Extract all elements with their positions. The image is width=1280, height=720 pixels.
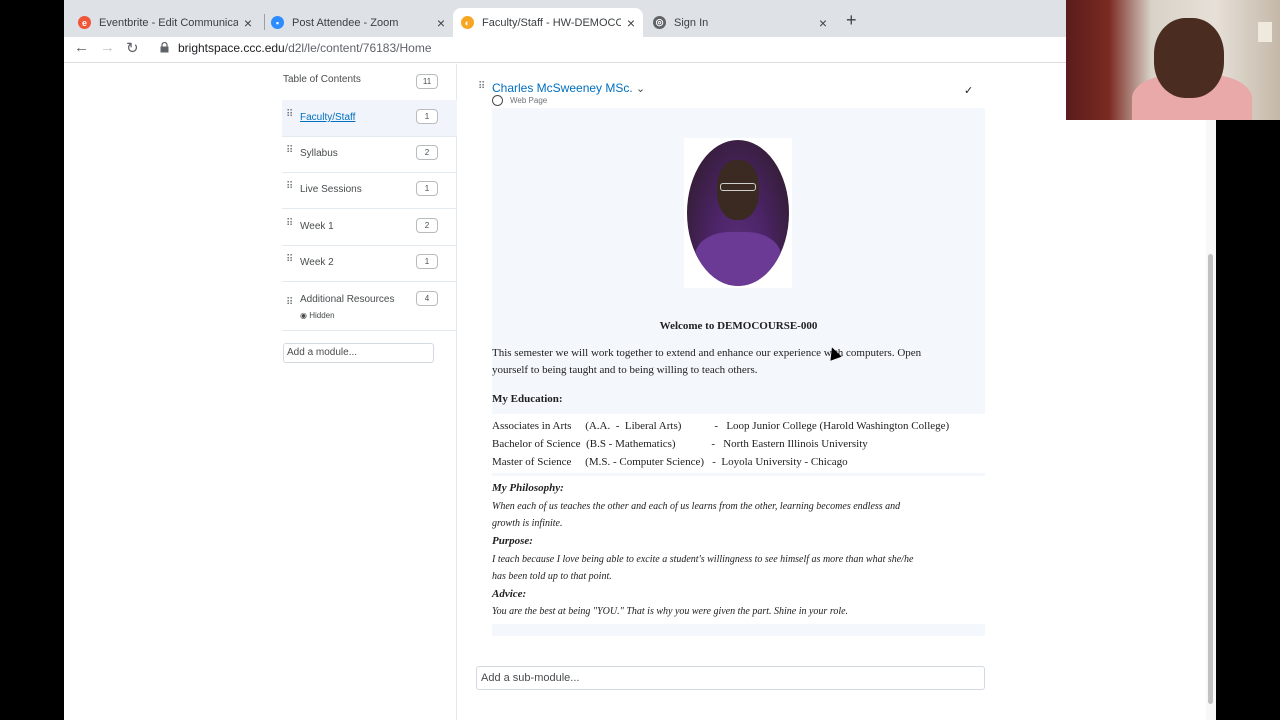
tab-faculty-staff[interactable]: ◐ Faculty/Staff - HW-DEMOCOU × <box>453 8 643 37</box>
welcome-heading: Welcome to DEMOCOURSE-000 <box>659 320 818 332</box>
tab-eventbrite[interactable]: e Eventbrite - Edit Communicatio × <box>70 8 260 37</box>
table-of-contents: Table of Contents 11 ⠿ Faculty/Staff 1 ⠿… <box>282 64 457 720</box>
hidden-eye-icon: ◉ <box>300 311 307 320</box>
toc-count-badge: 1 <box>416 181 438 196</box>
toc-count-badge: 1 <box>416 254 438 269</box>
close-icon[interactable]: × <box>437 15 445 31</box>
advice-heading: Advice: <box>492 588 527 600</box>
eventbrite-icon: e <box>78 16 91 29</box>
toc-item-label: Syllabus <box>300 148 338 159</box>
education-line: Bachelor of Science (B.S - Mathematics) … <box>492 438 868 450</box>
toc-item-live-sessions[interactable]: ⠿ Live Sessions 1 <box>282 173 457 208</box>
brightspace-icon: ◐ <box>461 16 474 29</box>
drag-handle-icon[interactable]: ⠿ <box>286 297 293 308</box>
toc-count-badge: 4 <box>416 291 438 306</box>
toc-item-label: Additional Resources <box>300 294 395 305</box>
drag-handle-icon[interactable]: ⠿ <box>286 181 293 192</box>
toc-item-faculty-staff[interactable]: ⠿ Faculty/Staff 1 <box>282 100 457 136</box>
browser-window: e Eventbrite - Edit Communicatio × ▪ Pos… <box>64 0 1066 720</box>
purpose-text: I teach because I love being able to exc… <box>492 554 914 565</box>
forward-icon[interactable]: → <box>100 39 115 56</box>
scrollbar[interactable] <box>1206 64 1216 720</box>
hidden-label: Hidden <box>309 311 335 320</box>
drag-handle-icon[interactable]: ⠿ <box>286 109 293 120</box>
toolbar: ← → ↻ brightspace.ccc.edu/d2l/le/content… <box>64 37 1066 63</box>
toc-item-label: Faculty/Staff <box>300 112 356 123</box>
globe-icon <box>492 95 503 106</box>
toc-item-additional-resources[interactable]: ⠿ Additional Resources ◉ Hidden 4 <box>282 282 457 330</box>
lock-icon <box>160 42 169 53</box>
url-path: /d2l/le/content/76183/Home <box>284 41 432 55</box>
education-block: Associates in Arts (A.A. - Liberal Arts)… <box>492 414 985 473</box>
toc-item-week-2[interactable]: ⠿ Week 2 1 <box>282 246 457 281</box>
intro-text: This semester we will work together to e… <box>492 347 922 359</box>
drag-handle-icon[interactable]: ⠿ <box>478 81 485 92</box>
toc-header-label: Table of Contents <box>283 74 361 85</box>
close-icon[interactable]: × <box>244 15 252 31</box>
new-tab-button[interactable]: + <box>846 10 857 31</box>
add-module-input[interactable]: Add a module... <box>283 343 434 363</box>
globe-icon: ◎ <box>653 16 666 29</box>
toc-item-syllabus[interactable]: ⠿ Syllabus 2 <box>282 137 457 172</box>
philosophy-text: When each of us teaches the other and ea… <box>492 501 901 512</box>
toc-count-badge: 11 <box>416 74 438 89</box>
url-host: brightspace.ccc.edu <box>178 41 285 55</box>
drag-handle-icon[interactable]: ⠿ <box>286 145 293 156</box>
hidden-status: ◉ Hidden <box>300 311 335 320</box>
checkmark-icon: ✓ <box>964 85 974 97</box>
toc-item-week-1[interactable]: ⠿ Week 1 2 <box>282 209 457 245</box>
topic-type: Web Page <box>510 96 548 105</box>
chevron-down-icon[interactable]: ⌄ <box>636 82 645 95</box>
scrollbar-thumb[interactable] <box>1208 254 1213 704</box>
close-icon[interactable]: × <box>819 15 827 31</box>
address-bar[interactable]: brightspace.ccc.edu/d2l/le/content/76183… <box>178 41 432 55</box>
content-panel: ⠿ Charles McSweeney MSc. ⌄ Web Page ✓ We… <box>458 64 1066 720</box>
tab-title: Post Attendee - Zoom <box>292 16 399 29</box>
instructor-photo <box>684 138 792 288</box>
toc-count-badge: 2 <box>416 218 438 233</box>
tab-title: Sign In <box>674 16 709 29</box>
toc-count-badge: 2 <box>416 145 438 160</box>
drag-handle-icon[interactable]: ⠿ <box>286 254 293 265</box>
education-line: Associates in Arts (A.A. - Liberal Arts)… <box>492 420 950 432</box>
divider <box>282 330 457 331</box>
philosophy-block: My Philosophy: When each of us teaches t… <box>492 476 985 624</box>
browser-window-right <box>1066 120 1216 720</box>
toc-item-label: Week 1 <box>300 221 334 232</box>
topic-header: ⠿ Charles McSweeney MSc. ⌄ Web Page ✓ <box>458 78 1066 108</box>
advice-text: You are the best at being "YOU." That is… <box>492 606 849 617</box>
tab-zoom[interactable]: ▪ Post Attendee - Zoom × <box>263 8 453 37</box>
toc-item-label: Live Sessions <box>300 184 362 195</box>
zoom-icon: ▪ <box>271 16 284 29</box>
philosophy-text: growth is infinite. <box>492 518 563 529</box>
purpose-text: has been told up to that point. <box>492 571 612 582</box>
tab-sign-in[interactable]: ◎ Sign In × <box>645 8 835 37</box>
drag-handle-icon[interactable]: ⠿ <box>286 218 293 229</box>
tab-strip: e Eventbrite - Edit Communicatio × ▪ Pos… <box>64 0 1066 37</box>
close-icon[interactable]: × <box>627 15 635 31</box>
toc-header[interactable]: Table of Contents 11 <box>282 74 457 94</box>
topic-title[interactable]: Charles McSweeney MSc. <box>492 81 633 95</box>
education-heading: My Education: <box>492 393 563 405</box>
purpose-heading: Purpose: <box>492 535 533 547</box>
education-line: Master of Science (M.S. - Computer Scien… <box>492 456 848 468</box>
add-submodule-input[interactable]: Add a sub-module... <box>476 666 985 690</box>
web-page-content: Welcome to DEMOCOURSE-000 This semester … <box>492 108 985 636</box>
webcam-video <box>1066 0 1280 120</box>
intro-text: yourself to being taught and to being wi… <box>492 364 758 376</box>
tab-title: Eventbrite - Edit Communicatio <box>99 16 238 29</box>
philosophy-heading: My Philosophy: <box>492 482 564 494</box>
tab-title: Faculty/Staff - HW-DEMOCOU <box>482 16 621 29</box>
screen: e Eventbrite - Edit Communicatio × ▪ Pos… <box>0 0 1280 720</box>
reload-icon[interactable]: ↻ <box>126 39 139 57</box>
back-icon[interactable]: ← <box>74 39 89 56</box>
toc-item-label: Week 2 <box>300 257 334 268</box>
toc-count-badge: 1 <box>416 109 438 124</box>
